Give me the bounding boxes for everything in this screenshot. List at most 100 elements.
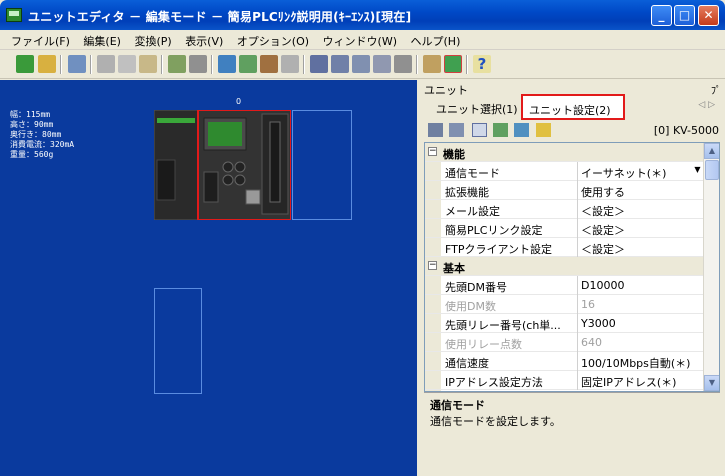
tab-nav-arrows[interactable]: ◁ ▷	[698, 100, 715, 110]
description-text: 通信モードを設定します。	[430, 415, 561, 428]
category-label: 機能	[443, 148, 465, 161]
property-value[interactable]: ＜設定＞	[577, 219, 704, 238]
ftp-icon[interactable]	[514, 123, 529, 137]
property-key: IPアドレス設定方法	[445, 376, 543, 389]
property-value[interactable]: 使用する	[577, 181, 704, 200]
menu-options[interactable]: オプション(O)	[232, 30, 314, 49]
new-icon[interactable]	[16, 55, 34, 73]
property-key: メール設定	[445, 205, 500, 218]
link-icon[interactable]	[281, 55, 299, 73]
read-icon[interactable]	[310, 55, 328, 73]
tab-unit-settings[interactable]: ユニット設定(2)	[521, 94, 625, 120]
property-value[interactable]: ＜設定＞	[577, 200, 704, 219]
property-row[interactable]: 通信モード イーサネット(＊) ▼	[425, 162, 704, 181]
check-icon[interactable]	[239, 55, 257, 73]
unit-canvas[interactable]: 0 幅：115mm 高さ：90mm 奥行き：80mm 消費電流：320mA 重量…	[0, 80, 417, 476]
setting-icon[interactable]	[260, 55, 278, 73]
property-row[interactable]: IPアドレス設定方法 固定IPアドレス(＊)	[425, 371, 704, 390]
open-icon[interactable]	[38, 55, 56, 73]
property-key: 簡易PLCリンク設定	[445, 224, 543, 237]
mail-icon[interactable]	[472, 123, 487, 137]
toolbar-separator	[303, 55, 305, 74]
property-value[interactable]: Y3000	[577, 314, 704, 333]
property-value: 16	[577, 295, 704, 314]
property-key: 通信モード	[445, 167, 500, 180]
info-current: 消費電流：320mA	[10, 140, 75, 149]
category-function[interactable]: − 機能	[425, 143, 704, 162]
sort-alpha-icon[interactable]	[449, 123, 464, 137]
property-key: 拡張機能	[445, 186, 489, 199]
property-key: 使用DM数	[445, 300, 496, 313]
property-grid: − 機能 通信モード イーサネット(＊) ▼ 拡張機能 使用する メール設定 ＜設…	[424, 142, 720, 392]
pin-icon[interactable]: ﾌﾟ	[711, 82, 721, 97]
property-row[interactable]: 先頭リレー番号(ch単... Y3000	[425, 314, 704, 333]
edit-icon[interactable]	[168, 55, 186, 73]
property-row[interactable]: 通信速度 100/10Mbps自動(＊)	[425, 352, 704, 371]
property-value-text: イーサネット(＊)	[581, 167, 667, 180]
tab-unit-select[interactable]: ユニット選択(1)	[430, 99, 524, 117]
close-button[interactable]: ✕	[698, 5, 719, 26]
info-height: 高さ：90mm	[10, 120, 54, 129]
tool-icon[interactable]	[423, 55, 441, 73]
link-settings-icon[interactable]	[493, 123, 508, 137]
collapse-icon[interactable]: −	[428, 261, 437, 270]
menu-help[interactable]: ヘルプ(H)	[406, 30, 466, 49]
dropdown-arrow-icon[interactable]: ▼	[693, 165, 702, 174]
menu-convert[interactable]: 変換(P)	[129, 30, 176, 49]
copy-icon[interactable]	[118, 55, 136, 73]
window-title: ユニットエディタ － 編集モード － 簡易PLCﾘﾝｸ説明用(ｷｰｴﾝｽ)[現在…	[28, 10, 412, 24]
property-key: 使用リレー点数	[445, 338, 522, 351]
delete-icon[interactable]	[189, 55, 207, 73]
write-icon[interactable]	[331, 55, 349, 73]
property-value[interactable]: イーサネット(＊) ▼	[577, 162, 704, 181]
category-label: 基本	[443, 262, 465, 275]
property-key: 先頭DM番号	[445, 281, 507, 294]
slot-index: 0	[236, 97, 242, 106]
monitor-icon[interactable]	[352, 55, 370, 73]
verify-icon[interactable]	[394, 55, 412, 73]
description-pane: 通信モード 通信モードを設定します。	[424, 392, 720, 476]
scroll-up-icon[interactable]: ▲	[704, 143, 719, 159]
menu-view[interactable]: 表示(V)	[180, 30, 228, 49]
scroll-down-icon[interactable]: ▼	[704, 375, 719, 391]
property-row: 使用リレー点数 640	[425, 333, 704, 352]
minimize-button[interactable]: _	[651, 5, 672, 26]
empty-slot[interactable]	[154, 288, 202, 394]
paste-icon[interactable]	[139, 55, 157, 73]
menu-edit[interactable]: 編集(E)	[78, 30, 126, 49]
compare-icon[interactable]	[373, 55, 391, 73]
property-value[interactable]: D10000	[577, 276, 704, 295]
property-icon[interactable]	[68, 55, 86, 73]
property-row[interactable]: FTPクライアント設定 ＜設定＞	[425, 238, 704, 257]
property-row[interactable]: 簡易PLCリンク設定 ＜設定＞	[425, 219, 704, 238]
info-depth: 奥行き：80mm	[10, 130, 62, 139]
toolbar-separator	[161, 55, 163, 74]
scroll-thumb[interactable]	[705, 160, 719, 180]
menu-window[interactable]: ウィンドウ(W)	[318, 30, 402, 49]
menu-file[interactable]: ファイル(F)	[6, 30, 75, 49]
help-icon[interactable]: ?	[473, 55, 491, 73]
property-value[interactable]: 100/10Mbps自動(＊)	[577, 352, 704, 371]
ftp-server-icon[interactable]	[536, 123, 551, 137]
property-value[interactable]: ＜設定＞	[577, 238, 704, 257]
toolbar-separator	[60, 55, 62, 74]
collapse-icon[interactable]: −	[428, 147, 437, 156]
property-value[interactable]: 固定IPアドレス(＊)	[577, 371, 704, 390]
property-row[interactable]: 拡張機能 使用する	[425, 181, 704, 200]
cut-icon[interactable]	[97, 55, 115, 73]
tab-strip: ユニット選択(1) ユニット設定(2) ◁ ▷	[422, 94, 725, 120]
unit-info: 幅：115mm 高さ：90mm 奥行き：80mm 消費電流：320mA 重量：5…	[10, 110, 74, 160]
maximize-button[interactable]: □	[674, 5, 695, 26]
property-key: FTPクライアント設定	[445, 243, 553, 256]
sort-category-icon[interactable]	[428, 123, 443, 137]
property-row[interactable]: 先頭DM番号 D10000	[425, 276, 704, 295]
empty-slot[interactable]	[292, 110, 352, 220]
plc-unit-image[interactable]	[154, 110, 291, 220]
category-basic[interactable]: − 基本	[425, 257, 704, 276]
module-icon[interactable]	[444, 55, 462, 73]
property-row[interactable]: メール設定 ＜設定＞	[425, 200, 704, 219]
vertical-scrollbar[interactable]: ▲ ▼	[703, 143, 719, 391]
unit-icon[interactable]	[218, 55, 236, 73]
info-weight: 重量：560g	[10, 150, 54, 159]
menu-bar: ファイル(F) 編集(E) 変換(P) 表示(V) オプション(O) ウィンドウ…	[0, 30, 725, 50]
